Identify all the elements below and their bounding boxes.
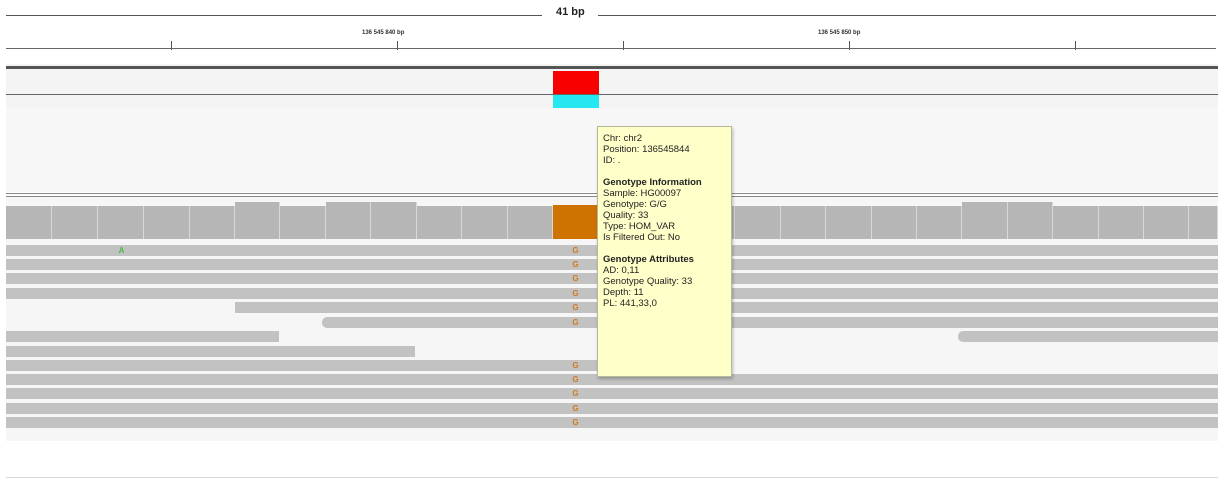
read[interactable] [322,317,1218,328]
coverage-bar[interactable] [326,202,371,239]
tooltip-attributes-heading: Genotype Attributes [603,254,694,265]
coverage-bar[interactable] [917,206,962,239]
tooltip-sample: Sample: HG00097 [603,188,682,199]
read[interactable] [6,360,598,371]
read[interactable] [6,417,1218,428]
coverage-bar[interactable] [1144,206,1189,239]
mismatch-base[interactable]: G [571,403,580,414]
coverage-bar[interactable] [872,206,917,239]
ruler-position-label: 136 545 840 bp [362,30,405,36]
mismatch-base[interactable]: G [571,259,580,270]
coverage-bar[interactable] [190,206,235,239]
variant-tooltip: Chr: chr2 Position: 136545844 ID: . Geno… [597,126,732,377]
coverage-bar[interactable] [462,206,508,239]
tooltip-genotype: Genotype: G/G [603,199,667,210]
tooltip-id: ID: . [603,155,621,166]
mismatch-base[interactable]: G [571,302,580,313]
coverage-bar[interactable] [235,202,280,239]
coverage-bar[interactable] [1008,202,1053,239]
read[interactable] [6,331,279,342]
mismatch-base[interactable]: G [571,360,580,371]
tooltip-pl: PL: 441,33,0 [603,298,657,309]
span-label: 41 bp [556,6,585,18]
mismatch-base[interactable]: G [571,245,580,256]
coverage-bar[interactable] [962,202,1008,239]
coverage-bar[interactable] [417,206,462,239]
coverage-bar[interactable] [1053,206,1099,239]
tooltip-ad: AD: 0,11 [603,265,640,276]
span-line-left [6,15,542,16]
sample-genotype-cell[interactable] [553,95,599,108]
track-divider [6,66,1218,69]
coverage-bar[interactable] [735,206,781,239]
coverage-variant-bar[interactable] [553,205,599,239]
tooltip-depth: Depth: 11 [603,287,644,298]
ruler-baseline [6,48,1216,49]
ruler-position-label: 136 545 850 bp [818,30,861,36]
coverage-bar[interactable] [98,206,144,239]
coverage-bar[interactable] [1099,206,1144,239]
mismatch-base[interactable]: G [571,388,580,399]
tooltip-type: Type: HOM_VAR [603,221,676,232]
ruler[interactable]: 41 bp 136 545 840 bp 136 545 850 bp [0,0,1219,62]
coverage-bar[interactable] [508,206,553,239]
track-divider [6,94,1218,95]
coverage-bar[interactable] [52,206,98,239]
tooltip-genotype-heading: Genotype Information [603,177,702,188]
tooltip-chr: Chr: chr2 [603,133,643,144]
coverage-bar[interactable] [280,206,326,239]
coverage-bar[interactable] [144,206,190,239]
tooltip-genotype-quality: Genotype Quality: 33 [603,276,693,287]
read[interactable] [958,331,1218,342]
mismatch-base[interactable]: G [571,288,580,299]
read[interactable] [6,346,415,357]
variant-track [6,64,1218,108]
track-divider [6,477,1218,478]
coverage-bar[interactable] [1189,206,1218,239]
tooltip-filtered: Is Filtered Out: No [603,232,681,243]
mismatch-base[interactable]: G [571,273,580,284]
read[interactable] [6,403,1218,414]
coverage-bar[interactable] [6,206,52,239]
read[interactable] [6,388,1218,399]
mismatch-base[interactable]: G [571,417,580,428]
coverage-bar[interactable] [781,206,826,239]
mismatch-base[interactable]: G [571,317,580,328]
tooltip-position: Position: 136545844 [603,144,690,155]
coverage-bar[interactable] [371,202,417,239]
mismatch-base[interactable]: G [571,374,580,385]
variant-marker[interactable] [553,71,599,94]
tooltip-quality: Quality: 33 [603,210,649,221]
span-line-right [598,15,1216,16]
mismatch-base[interactable]: A [117,245,126,256]
coverage-bar[interactable] [826,206,872,239]
